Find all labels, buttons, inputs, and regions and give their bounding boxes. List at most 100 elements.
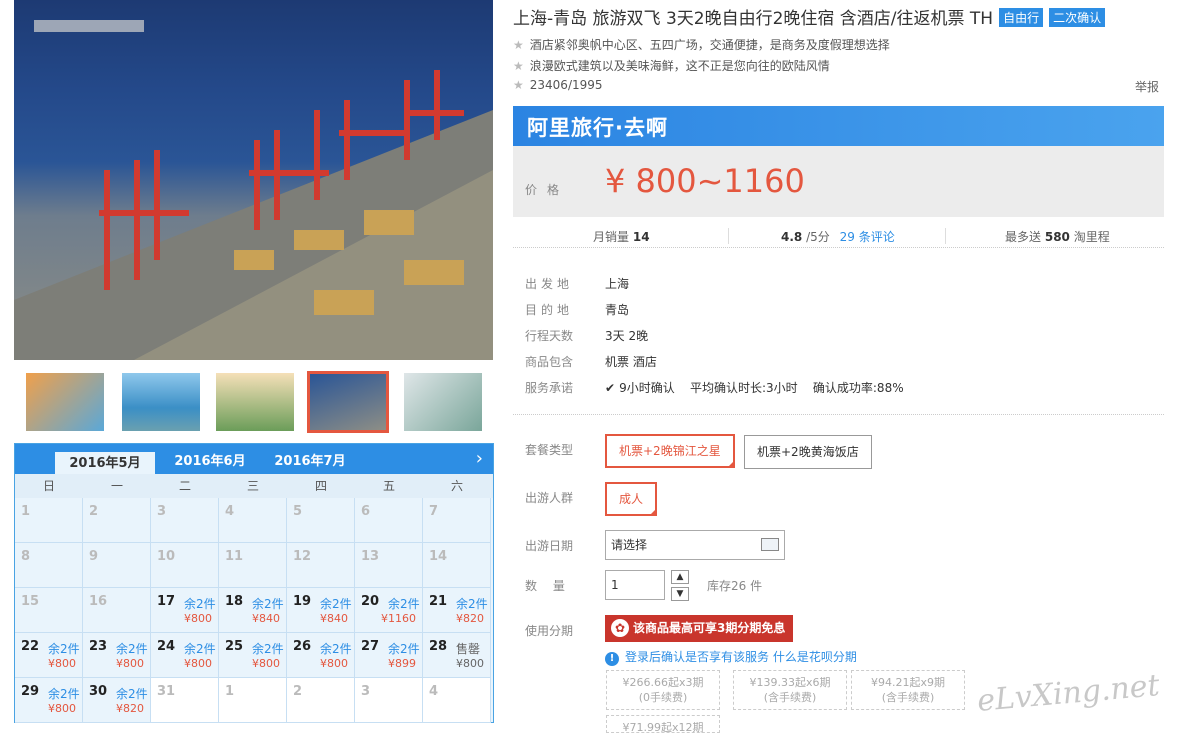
- sales-value: 14: [632, 230, 650, 244]
- day-number: 9: [89, 549, 99, 564]
- port-illustration: [14, 20, 493, 360]
- tab-month-3[interactable]: 2016年7月: [260, 450, 360, 474]
- calendar-day[interactable]: 28 售罄 ¥800: [423, 633, 491, 678]
- calendar-day[interactable]: 17 余2件 ¥800: [151, 588, 219, 633]
- day-number: 3: [157, 504, 167, 519]
- calendar-day: 9: [83, 543, 151, 588]
- calendar-day: 31: [151, 678, 219, 723]
- reviews-link[interactable]: 29 条评论: [840, 230, 895, 244]
- calendar-day[interactable]: 20 余2件 ¥1160: [355, 588, 423, 633]
- day-number: 1: [225, 684, 235, 699]
- weekday: 日: [42, 479, 55, 493]
- day-number: 29: [21, 684, 40, 699]
- tab-month-2[interactable]: 2016年6月: [160, 450, 260, 474]
- calendar-day[interactable]: 19 余2件 ¥840: [287, 588, 355, 633]
- day-price: ¥800: [48, 657, 76, 670]
- calendar-day[interactable]: 24 余2件 ¥800: [151, 633, 219, 678]
- huabei-icon: ✿: [611, 619, 629, 637]
- calendar-day[interactable]: 18 余2件 ¥840: [219, 588, 287, 633]
- feature-line: ★ 酒店紧邻奥帆中心区、五四广场，交通便捷，是商务及度假理想选择: [513, 36, 890, 53]
- day-number: 23: [89, 639, 108, 654]
- day-number: 20: [361, 594, 380, 609]
- star-icon: ★: [513, 38, 524, 52]
- calendar-month-tabs: 2016年5月 2016年6月 2016年7月 ›: [15, 444, 493, 474]
- day-price: ¥1160: [381, 612, 416, 625]
- chevron-up-icon[interactable]: ▲: [671, 570, 689, 584]
- day-price: ¥800: [48, 702, 76, 715]
- calendar-day[interactable]: 23 余2件 ¥800: [83, 633, 151, 678]
- info-value: 青岛: [605, 303, 630, 317]
- day-price: ¥820: [116, 702, 144, 715]
- day-price: ¥800: [184, 657, 212, 670]
- calendar-day: 1: [219, 678, 287, 723]
- price-calendar: 2016年5月 2016年6月 2016年7月 › 日 一 二 三 四 五 六 …: [14, 443, 494, 723]
- id-line: ★ 23406/1995: [513, 78, 603, 92]
- info-value: 机票 酒店: [605, 355, 657, 369]
- package-option-1[interactable]: 机票+2晚锦江之星: [605, 434, 735, 468]
- weekday: 五: [382, 479, 395, 493]
- weekday: 六: [450, 479, 463, 493]
- remaining-count: 余2件: [388, 597, 420, 611]
- installment-option-3[interactable]: ¥266.66起x3期 (0手续费): [606, 670, 720, 710]
- installment-fee: (0手续费): [638, 691, 688, 704]
- calendar-day[interactable]: 30 余2件 ¥820: [83, 678, 151, 723]
- calendar-day: 5: [287, 498, 355, 543]
- calendar-day[interactable]: 26 余2件 ¥800: [287, 633, 355, 678]
- day-number: 12: [293, 549, 312, 564]
- points-value: 580: [1044, 230, 1070, 244]
- day-price: ¥840: [252, 612, 280, 625]
- calendar-day: 6: [355, 498, 423, 543]
- day-number: 16: [89, 594, 108, 609]
- calendar-day: 1: [15, 498, 83, 543]
- tab-month-1[interactable]: 2016年5月: [55, 450, 155, 474]
- installment-option-12[interactable]: ¥71.99起x12期: [606, 715, 720, 734]
- quantity-input[interactable]: 1: [605, 570, 665, 600]
- installment-option-9[interactable]: ¥94.21起x9期 (含手续费): [851, 670, 965, 710]
- people-option-adult[interactable]: 成人: [605, 482, 658, 516]
- service-text: 9小时确认 平均确认时长:3小时 确认成功率:88%: [619, 381, 904, 395]
- thumbnail-2[interactable]: [120, 371, 202, 433]
- huabei-banner: ✿ 该商品最高可享3期分期免息: [605, 615, 793, 642]
- price-value: ¥ 800~1160: [605, 162, 805, 200]
- stats-bar: 月销量 14 4.8 /5分 29 条评论 最多送 580 淘里程: [513, 224, 1164, 248]
- chevron-down-icon[interactable]: ▼: [671, 587, 689, 601]
- calendar-day: 3: [151, 498, 219, 543]
- calendar-icon[interactable]: [761, 538, 779, 551]
- stock-text: 库存26 件: [707, 579, 763, 593]
- calendar-day: 7: [423, 498, 491, 543]
- report-link[interactable]: 举报: [1135, 78, 1159, 95]
- day-number: 18: [225, 594, 244, 609]
- divider: [513, 414, 1164, 415]
- star-icon: ★: [513, 59, 524, 73]
- sales-label: 月销量: [593, 230, 630, 244]
- calendar-day[interactable]: 27 余2件 ¥899: [355, 633, 423, 678]
- huabei-note[interactable]: ! 登录后确认是否享有该服务 什么是花呗分期: [605, 648, 857, 666]
- installment-option-6[interactable]: ¥139.33起x6期 (含手续费): [733, 670, 847, 710]
- calendar-day: 4: [219, 498, 287, 543]
- weekday: 一: [110, 479, 123, 493]
- day-number: 5: [293, 504, 303, 519]
- weekday: 二: [178, 479, 191, 493]
- day-number: 28: [429, 639, 448, 654]
- chevron-right-icon[interactable]: ›: [476, 448, 483, 469]
- calendar-day[interactable]: 22 余2件 ¥800: [15, 633, 83, 678]
- price-label: 价格: [525, 183, 570, 197]
- remaining-count: 余2件: [456, 597, 488, 611]
- thumbnail-1[interactable]: [24, 371, 106, 433]
- day-number: 11: [225, 549, 244, 564]
- package-option-2[interactable]: 机票+2晚黄海饭店: [744, 435, 872, 469]
- calendar-day[interactable]: 29 余2件 ¥800: [15, 678, 83, 723]
- date-picker-input[interactable]: 请选择: [605, 530, 785, 560]
- day-number: 27: [361, 639, 380, 654]
- thumbnail-5[interactable]: [402, 371, 484, 433]
- calendar-day[interactable]: 21 余2件 ¥820: [423, 588, 491, 633]
- thumbnail-3[interactable]: [214, 371, 296, 433]
- day-price: ¥800: [456, 657, 484, 670]
- product-title: 上海-青岛 旅游双飞 3天2晚自由行2晚住宿 含酒店/往返机票 TH 自由行 二次确…: [513, 4, 1106, 29]
- calendar-day[interactable]: 25 余2件 ¥800: [219, 633, 287, 678]
- installment-amount: ¥266.66起x3期: [622, 676, 704, 689]
- info-icon: !: [605, 652, 619, 666]
- thumbnail-4-selected[interactable]: [307, 371, 389, 433]
- main-product-image[interactable]: [14, 0, 493, 360]
- day-number: 13: [361, 549, 380, 564]
